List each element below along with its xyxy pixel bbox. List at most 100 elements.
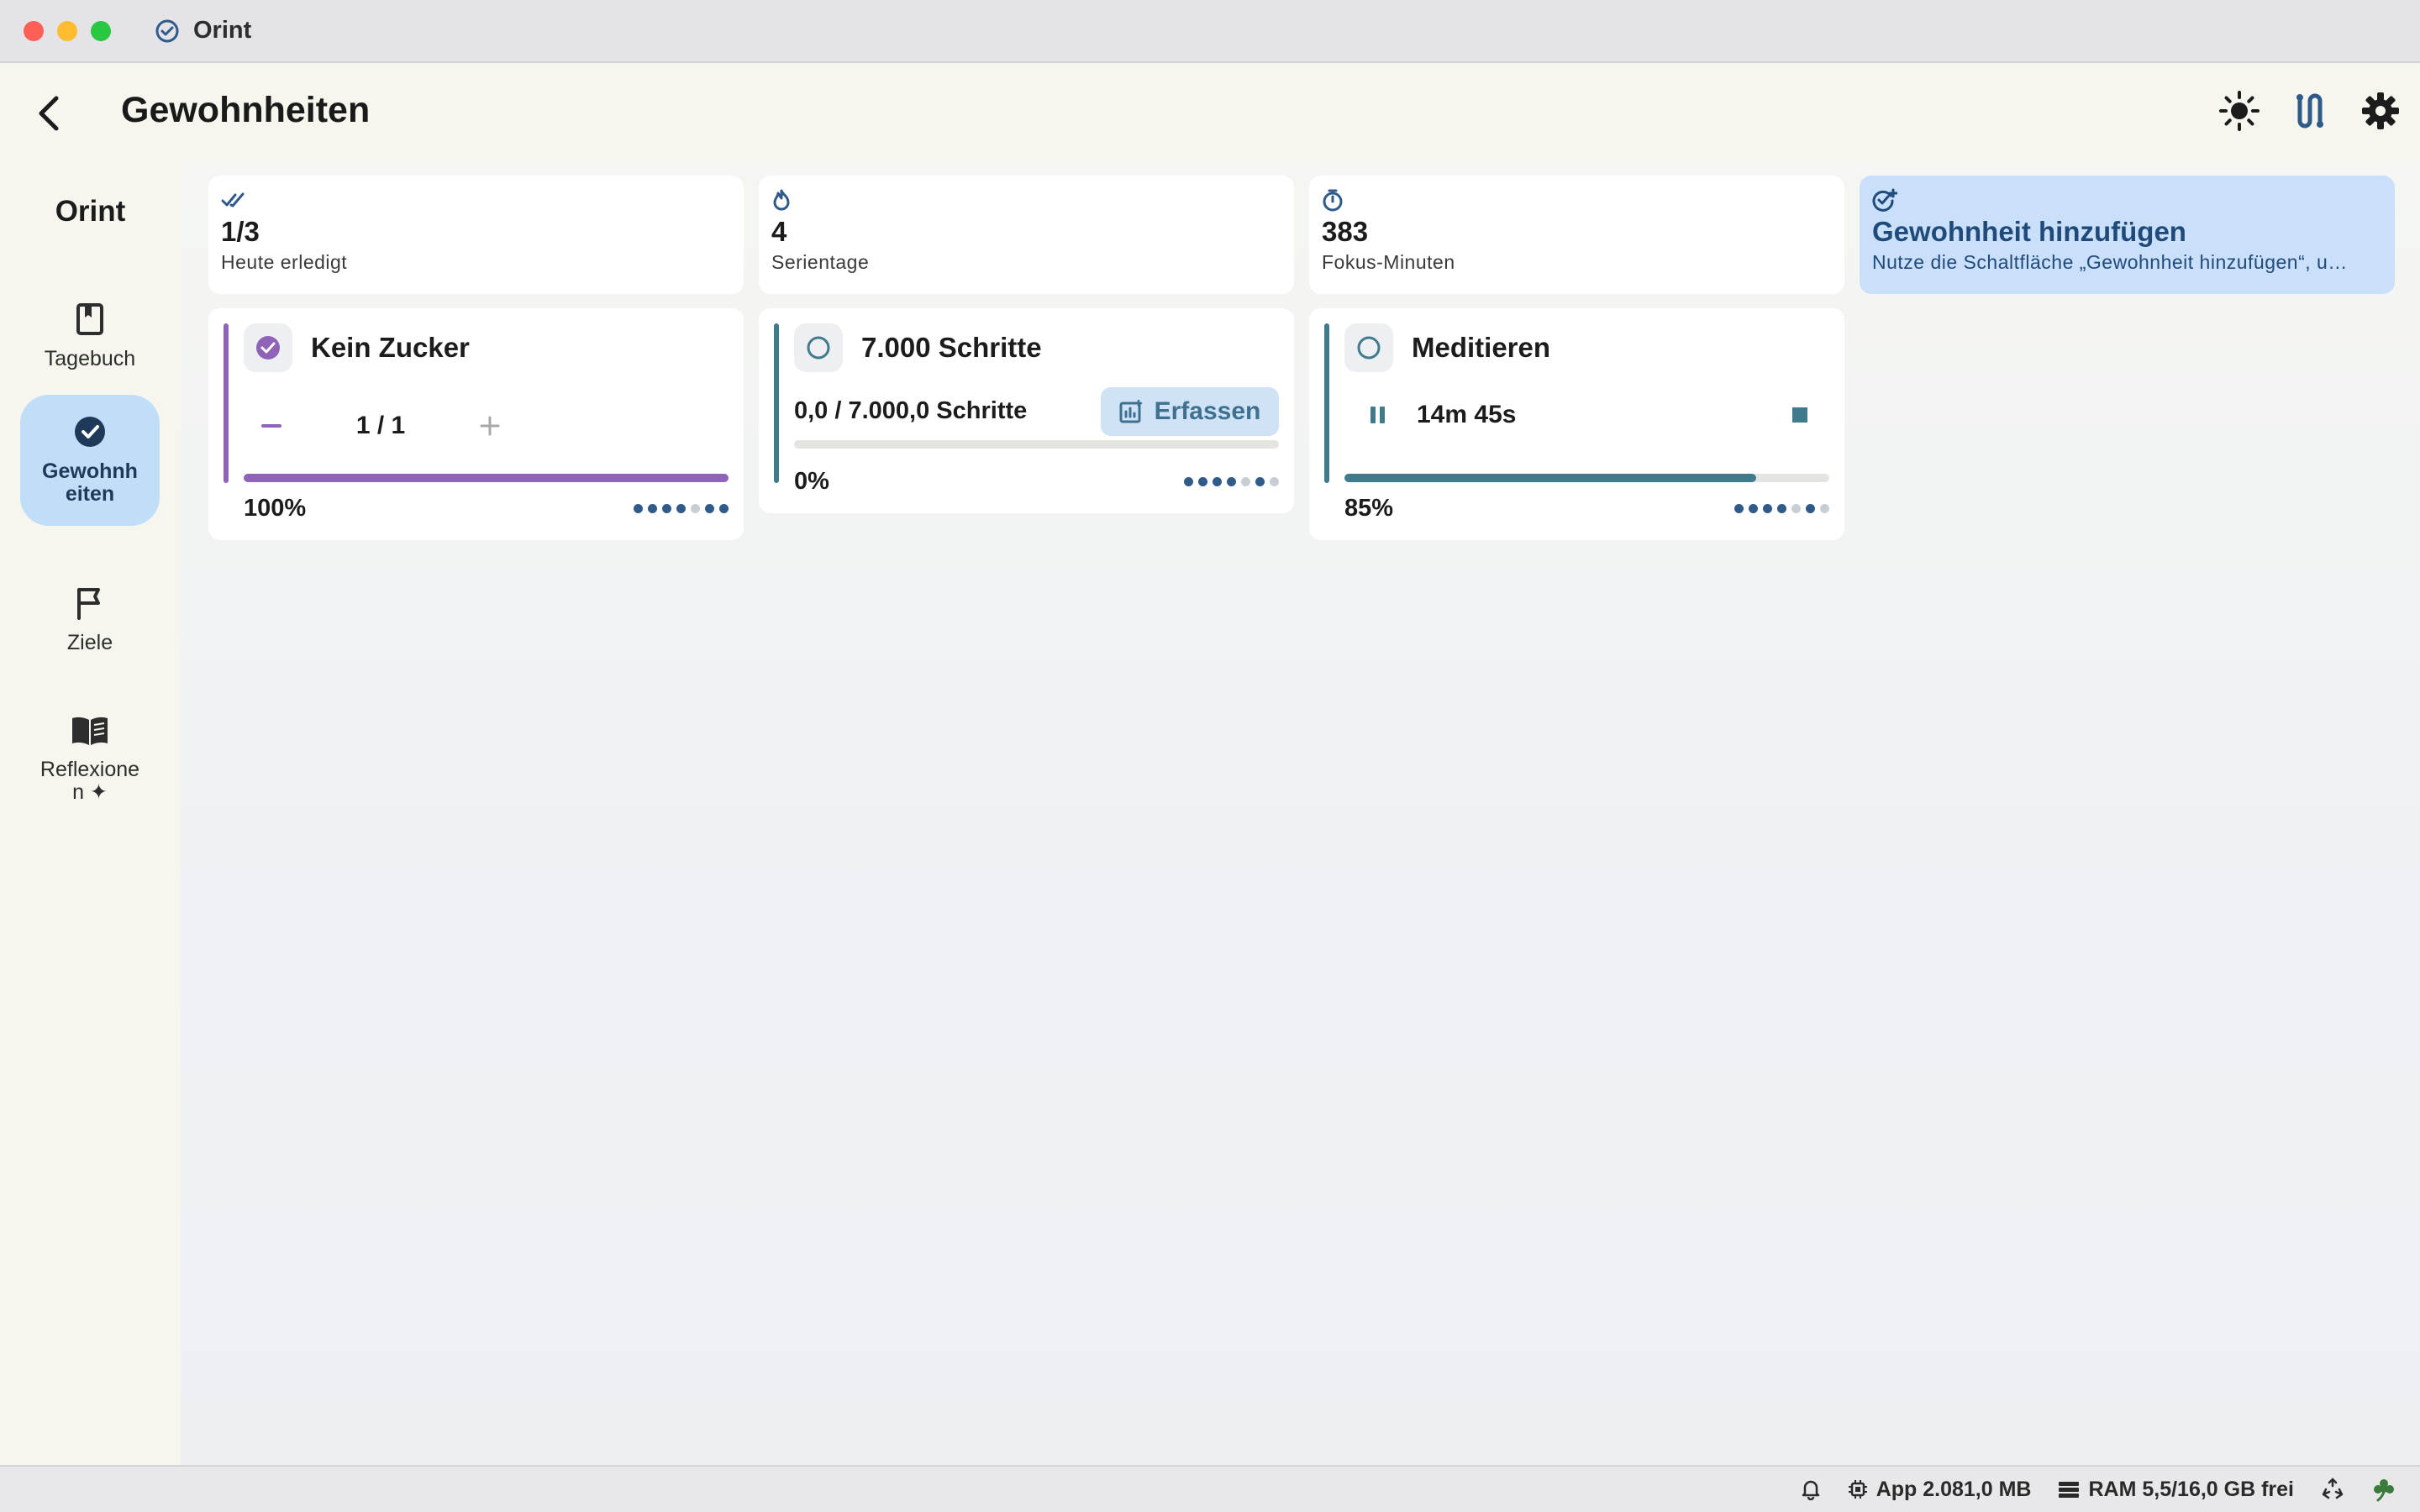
app-check-icon <box>155 19 179 42</box>
habit-week-dots <box>1734 504 1829 513</box>
ram-item: RAM 5,5/16,0 GB frei <box>2058 1478 2294 1502</box>
sidebar-item-gewohnheiten[interactable]: Gewohnh eiten <box>20 395 160 526</box>
log-entry-label: Erfassen <box>1154 397 1261 425</box>
habit-header: Kein Zucker <box>244 323 470 372</box>
flag-icon <box>77 587 100 620</box>
week-dot-done <box>662 504 671 513</box>
app-memory-item: App 2.081,0 MB <box>1848 1477 2032 1502</box>
stat-value: 383 <box>1322 216 1369 247</box>
habit-checkbox[interactable] <box>1344 323 1393 372</box>
check-circle-icon <box>75 417 105 447</box>
week-dot-done <box>1777 504 1786 513</box>
habit-progress-track <box>1344 474 1829 482</box>
week-dot-done <box>1806 504 1815 513</box>
timer-display: 14m 45s <box>1417 401 1517 428</box>
habit-checkbox[interactable] <box>794 323 843 372</box>
habit-color-bar <box>1324 323 1329 483</box>
sidebar-brand: Orint <box>55 195 126 228</box>
habit-amount: 0,0 / 7.000,0 Schritte <box>794 397 1028 424</box>
bookmark-icon <box>76 302 103 335</box>
stop-button[interactable] <box>1791 406 1809 424</box>
main-content: 1/3 Heute erledigt 4 Serientage 383 Foku… <box>181 161 2420 1465</box>
decrement-button[interactable] <box>255 409 288 443</box>
week-dot-done <box>1184 477 1193 486</box>
week-dot-missed <box>1270 477 1279 486</box>
habit-percent: 100% <box>244 495 307 522</box>
status-bar: App 2.081,0 MB RAM 5,5/16,0 GB frei <box>0 1465 2420 1512</box>
log-entry-button[interactable]: Erfassen <box>1101 387 1279 436</box>
increment-button[interactable] <box>473 409 507 443</box>
route-icon <box>2296 93 2323 129</box>
theme-toggle-button[interactable] <box>2218 90 2260 132</box>
sidebar-item-label: Ziele <box>66 630 113 654</box>
header-actions <box>2218 90 2402 132</box>
page-title: Gewohnheiten <box>121 90 371 130</box>
sun-icon <box>2219 91 2260 131</box>
week-dot-done <box>1763 504 1772 513</box>
week-dot-missed <box>691 504 700 513</box>
stopwatch-icon <box>1323 189 1343 212</box>
week-dot-done <box>705 504 714 513</box>
app-memory-text: App 2.081,0 MB <box>1876 1477 2032 1501</box>
flame-icon <box>773 189 790 211</box>
habit-name: Kein Zucker <box>311 332 470 363</box>
book-open-icon <box>72 717 108 745</box>
week-dot-done <box>648 504 657 513</box>
add-habit-hint: Nutze die Schaltfläche „Gewohnheit hinzu… <box>1872 251 2348 273</box>
settings-button[interactable] <box>2360 90 2402 132</box>
circle-outline-icon <box>807 336 830 360</box>
sidebar: Orint Tagebuch Gewohnh eiten Ziele Refle… <box>0 161 181 1465</box>
route-button[interactable] <box>2289 90 2331 132</box>
sidebar-item-tagebuch[interactable]: Tagebuch <box>20 270 160 402</box>
window-titlebar: Orint <box>0 0 2420 63</box>
habit-percent: 0% <box>794 468 829 495</box>
sidebar-item-ziele[interactable]: Ziele <box>20 554 160 685</box>
sidebar-item-reflexionen[interactable]: Reflexione n ✦ <box>20 694 160 825</box>
habit-counter: 1 / 1 <box>255 409 507 443</box>
recycle-item[interactable] <box>2321 1478 2344 1501</box>
timer-row: 14m 45s <box>1344 401 1829 429</box>
add-habit-card[interactable]: Gewohnheit hinzufügen Nutze die Schaltfl… <box>1860 176 2395 294</box>
habit-header: Meditieren <box>1344 323 1550 372</box>
habit-header: 7.000 Schritte <box>794 323 1042 372</box>
habit-color-bar <box>774 323 779 483</box>
stat-card-focus-minutes: 383 Fokus-Minuten <box>1309 176 1844 294</box>
habit-week-dots <box>634 504 729 513</box>
week-dot-done <box>1734 504 1744 513</box>
checked-circle-icon <box>256 336 280 360</box>
week-dot-done <box>1255 477 1265 486</box>
minimize-window-button[interactable] <box>57 20 77 41</box>
recycle-icon <box>2322 1478 2344 1499</box>
week-dot-done <box>1227 477 1236 486</box>
memory-icon <box>2059 1482 2080 1498</box>
habit-progress-fill <box>1344 474 1757 482</box>
back-button[interactable] <box>32 92 66 135</box>
window-title: Orint <box>193 17 252 44</box>
stat-card-streak-days: 4 Serientage <box>759 176 1294 294</box>
add-check-icon <box>1872 188 1897 212</box>
habit-card-kein-zucker: Kein Zucker 1 / 1 100% <box>208 308 744 540</box>
habit-progress-track <box>794 440 1279 449</box>
status-indicator-item[interactable] <box>2371 1477 2396 1502</box>
gear-icon <box>2362 92 2399 129</box>
habit-week-dots <box>1184 477 1279 486</box>
week-dot-missed <box>1241 477 1250 486</box>
week-dot-done <box>634 504 643 513</box>
stat-label: Serientage <box>771 251 870 273</box>
stat-label: Heute erledigt <box>221 251 348 273</box>
add-habit-title: Gewohnheit hinzufügen <box>1872 216 2186 247</box>
pause-button[interactable] <box>1368 404 1388 426</box>
week-dot-done <box>1213 477 1222 486</box>
habit-card-meditieren: Meditieren 14m 45s 85% <box>1309 308 1844 540</box>
week-dot-done <box>1198 477 1207 486</box>
habit-checkbox[interactable] <box>244 323 292 372</box>
close-window-button[interactable] <box>24 20 44 41</box>
zoom-window-button[interactable] <box>91 20 111 41</box>
habit-name: Meditieren <box>1412 332 1551 363</box>
habit-percent: 85% <box>1344 495 1394 522</box>
week-dot-done <box>719 504 729 513</box>
sidebar-item-label: Tagebuch <box>44 346 136 370</box>
chip-icon <box>1848 1480 1867 1499</box>
notifications-item[interactable] <box>1801 1478 1821 1500</box>
stat-card-done-today: 1/3 Heute erledigt <box>208 176 744 294</box>
